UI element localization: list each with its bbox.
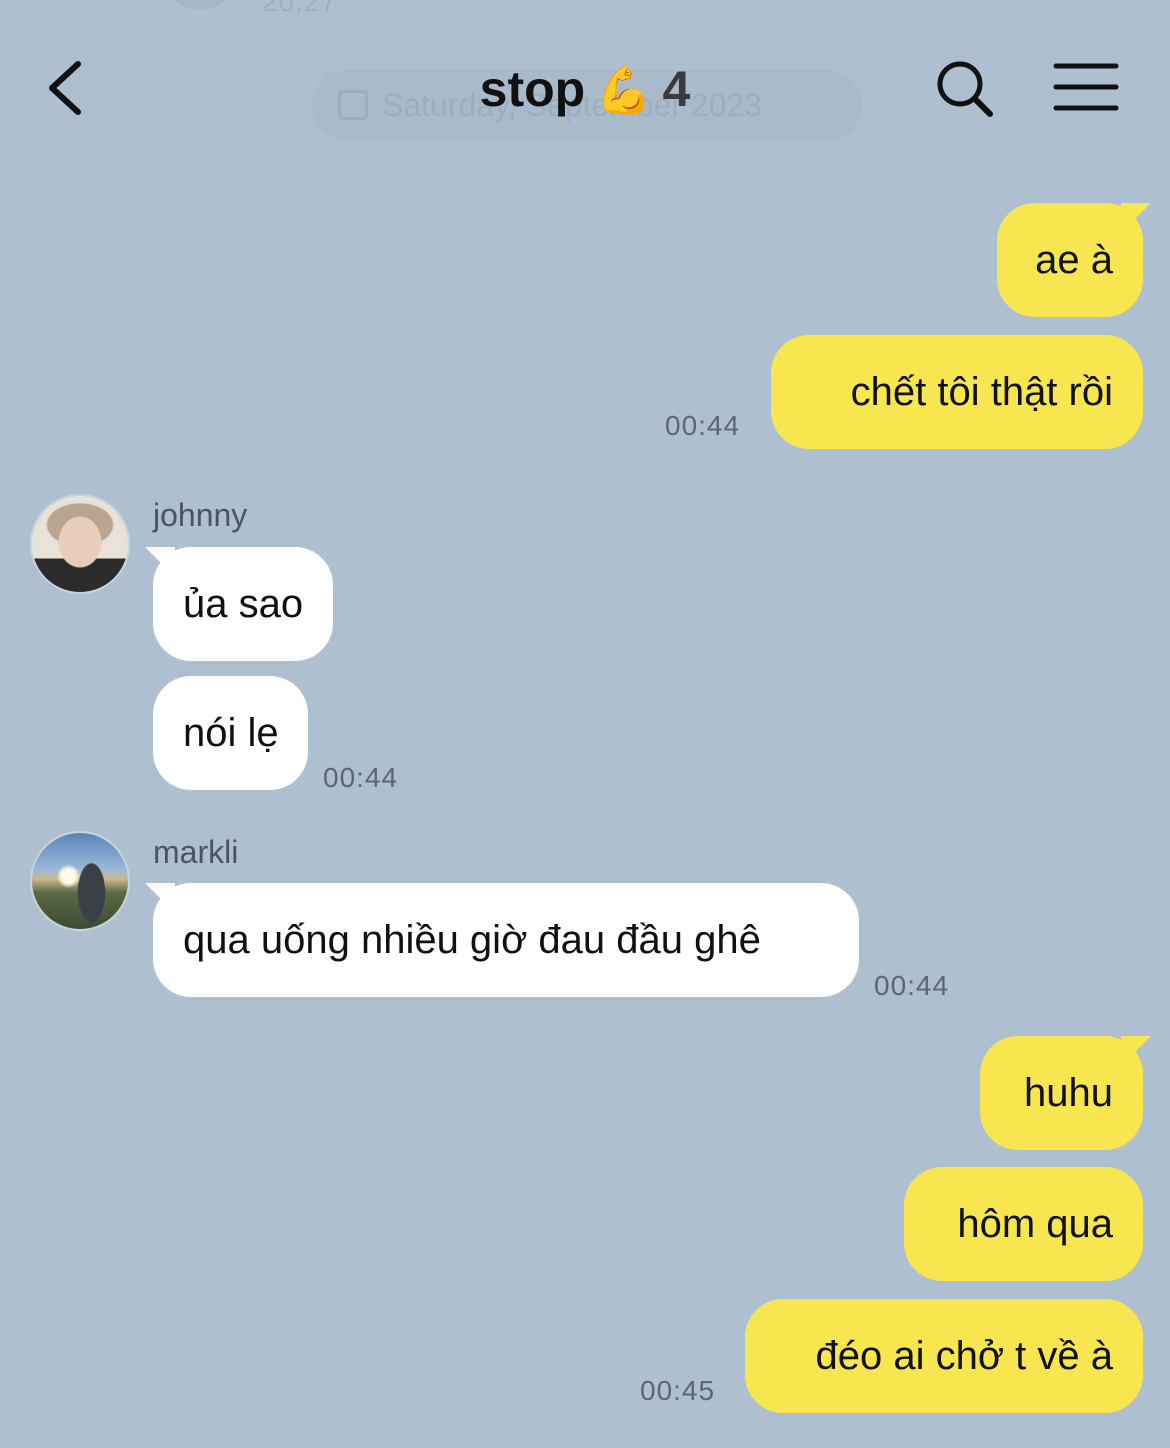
search-icon (937, 61, 993, 117)
message-bubble-outgoing[interactable]: huhu (980, 1036, 1151, 1150)
message-text: chết tôi thật rồi (850, 369, 1113, 414)
bubble-tail (1121, 1036, 1151, 1066)
chat-title-text: stop (479, 61, 586, 117)
member-count: 4 (662, 61, 691, 117)
message-bubble-outgoing[interactable]: ae à (997, 203, 1151, 317)
bubble-tail (145, 547, 175, 577)
chat-header: stop 💪 4 (0, 40, 1170, 140)
message-text: ủa sao (183, 581, 304, 626)
flexed-biceps-emoji: 💪 (595, 64, 653, 116)
hamburger-menu-icon (1053, 63, 1119, 111)
message-bubble-outgoing[interactable]: hôm qua (904, 1167, 1143, 1281)
message-timestamp: 00:44 (874, 970, 950, 1001)
message-bubble-incoming[interactable]: nói lẹ (153, 676, 308, 790)
message-bubble-incoming[interactable]: ủa sao (145, 547, 333, 661)
faded-timestamp: 20:27 (262, 0, 338, 17)
message-timestamp: 00:45 (640, 1375, 716, 1406)
message-bubble-outgoing[interactable]: chết tôi thật rồi (771, 335, 1143, 449)
menu-button[interactable] (1052, 60, 1120, 116)
message-text: đéo ai chở t về à (815, 1333, 1113, 1378)
bubble-tail (145, 883, 175, 913)
message-timestamp: 00:44 (665, 410, 741, 441)
avatar-markli[interactable] (30, 831, 130, 931)
message-bubble-outgoing[interactable]: đéo ai chở t về à (745, 1299, 1143, 1413)
bubble-tail (1121, 203, 1151, 233)
message-bubble-incoming[interactable]: qua uống nhiều giờ đau đầu ghê (145, 883, 859, 997)
sender-name: johnny (153, 497, 248, 533)
avatar-johnny[interactable] (30, 494, 130, 594)
message-text: qua uống nhiều giờ đau đầu ghê (183, 917, 761, 962)
message-timestamp: 00:44 (323, 762, 399, 793)
search-button[interactable] (932, 56, 1000, 124)
faded-avatar (165, 0, 235, 10)
message-text: nói lẹ (183, 710, 279, 755)
message-text: ae à (1035, 237, 1113, 282)
message-text: huhu (1024, 1070, 1113, 1115)
sender-name: markli (153, 834, 239, 870)
message-text: hôm qua (957, 1201, 1113, 1246)
